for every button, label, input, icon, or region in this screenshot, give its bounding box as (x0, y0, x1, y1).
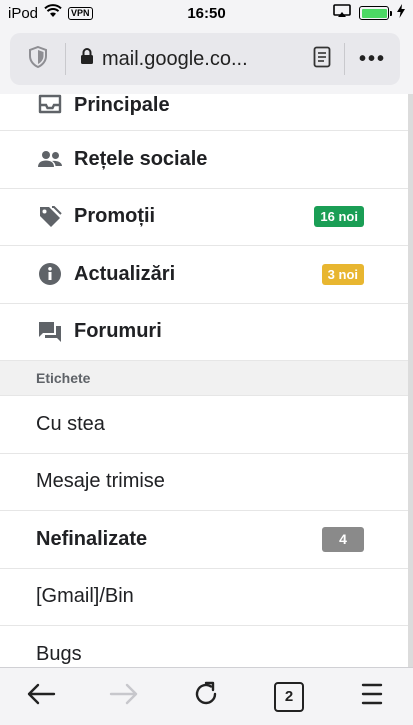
label-item-label: Cu stea (36, 412, 105, 435)
category-promotii[interactable]: Promoții 16 noi (0, 189, 408, 246)
charging-icon (397, 4, 405, 22)
category-label: Principale (74, 94, 170, 116)
category-principale[interactable]: Principale (0, 94, 408, 131)
hamburger-menu-icon (361, 682, 383, 711)
category-actualizari[interactable]: Actualizări 3 noi (0, 246, 408, 304)
status-time: 16:50 (187, 4, 226, 22)
airplay-icon (333, 4, 351, 22)
label-list: Principale Rețele sociale Promoții 16 no… (0, 94, 408, 684)
scrollbar[interactable] (408, 94, 413, 667)
reload-icon (192, 680, 220, 713)
label-item-nefinalizate[interactable]: Nefinalizate 4 (0, 511, 408, 569)
wifi-icon (44, 4, 62, 22)
forward-button[interactable] (94, 675, 154, 719)
reader-mode-button[interactable] (300, 46, 344, 73)
label-item-label: Nefinalizate (36, 527, 148, 550)
reload-button[interactable] (176, 675, 236, 719)
page-actions-menu-button[interactable]: ••• (344, 43, 400, 75)
url-bar[interactable]: mail.google.co... ••• (10, 33, 400, 85)
new-count-badge: 3 noi (321, 263, 364, 285)
inbox-icon (36, 94, 64, 114)
labels-section-header: Etichete (0, 361, 408, 396)
tracking-protection-button[interactable] (10, 43, 66, 75)
lock-icon (80, 47, 94, 71)
shield-icon (28, 45, 48, 73)
tag-icon (36, 205, 64, 229)
label-item-label: Mesaje trimise (36, 470, 165, 493)
category-forumuri[interactable]: Forumuri (0, 304, 408, 361)
label-item-label: [Gmail]/Bin (36, 585, 134, 608)
category-label: Forumuri (74, 320, 162, 343)
url-text[interactable]: mail.google.co... (102, 48, 248, 71)
browser-header: mail.google.co... ••• (0, 26, 413, 94)
label-item-label: Bugs (36, 643, 82, 666)
forum-icon (36, 321, 64, 343)
draft-count-badge: 4 (322, 526, 364, 552)
main-menu-button[interactable] (342, 675, 402, 719)
battery-icon (359, 6, 392, 20)
new-count-badge: 16 noi (314, 206, 364, 228)
arrow-right-icon (109, 683, 139, 710)
back-button[interactable] (11, 675, 71, 719)
category-retele-sociale[interactable]: Rețele sociale (0, 131, 408, 189)
label-item-gmail-bin[interactable]: [Gmail]/Bin (0, 569, 408, 626)
info-icon (36, 262, 64, 286)
tabs-button[interactable]: 2 (259, 675, 319, 719)
tabs-count: 2 (274, 681, 305, 712)
category-label: Promoții (74, 205, 156, 228)
arrow-left-icon (26, 683, 56, 710)
label-item-cu-stea[interactable]: Cu stea (0, 396, 408, 454)
status-bar: iPod VPN 16:50 (0, 0, 413, 26)
reader-icon (313, 46, 331, 73)
label-item-mesaje-trimise[interactable]: Mesaje trimise (0, 454, 408, 511)
vpn-badge: VPN (68, 6, 93, 20)
people-icon (36, 150, 64, 168)
device-name: iPod (8, 4, 39, 22)
browser-toolbar: 2 (0, 667, 413, 725)
category-label: Rețele sociale (74, 147, 208, 170)
category-label: Actualizări (74, 262, 176, 285)
